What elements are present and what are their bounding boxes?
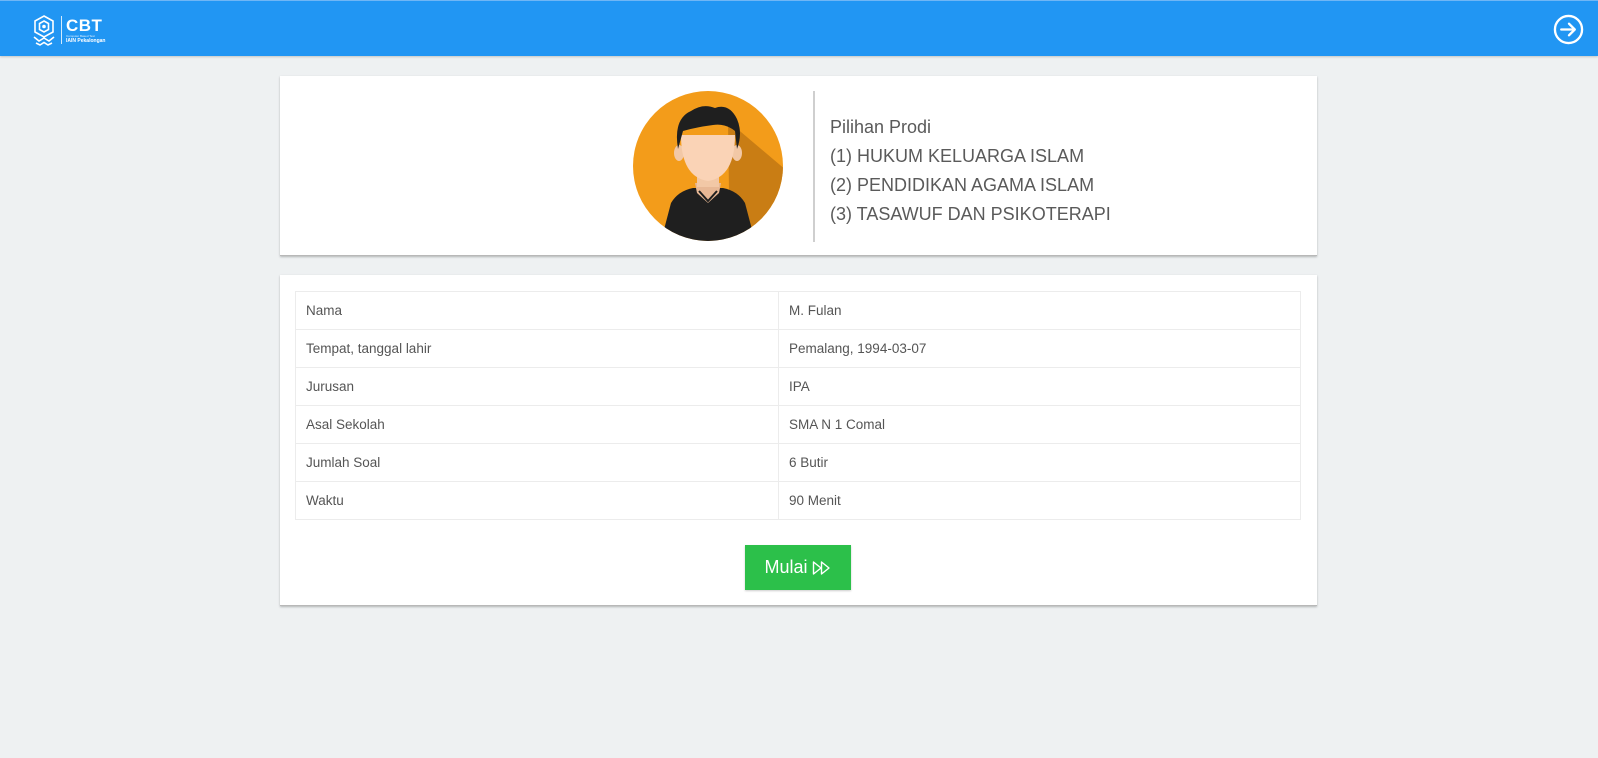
prodi-section: Pilihan Prodi (1) HUKUM KELUARGA ISLAM (… — [830, 113, 1111, 229]
logo-emblem-icon — [33, 15, 55, 46]
table-row-asal-sekolah: Asal Sekolah SMA N 1 Comal — [295, 405, 1301, 444]
table-row-waktu: Waktu 90 Menit — [295, 481, 1301, 520]
row-label: Waktu — [295, 481, 779, 520]
start-button-label: Mulai — [764, 557, 808, 577]
profile-divider — [813, 91, 815, 242]
row-label: Jurusan — [295, 367, 779, 406]
row-value: 90 Menit — [778, 481, 1301, 520]
table-row-jurusan: Jurusan IPA — [295, 367, 1301, 406]
prodi-title: Pilihan Prodi — [830, 117, 932, 137]
fast-forward-icon — [812, 560, 830, 575]
prodi-item-3: (3) TASAWUF DAN PSIKOTERAPI — [830, 204, 1111, 224]
table-row-nama: Nama M. Fulan — [295, 291, 1301, 330]
profile-card: Pilihan Prodi (1) HUKUM KELUARGA ISLAM (… — [280, 76, 1317, 256]
logo-title: CBT — [66, 15, 103, 35]
user-avatar-icon — [633, 91, 783, 241]
exam-info-table: Nama M. Fulan Tempat, tanggal lahir Pema… — [295, 291, 1301, 520]
row-value: Pemalang, 1994-03-07 — [778, 329, 1301, 368]
row-value: SMA N 1 Comal — [778, 405, 1301, 444]
table-row-ttl: Tempat, tanggal lahir Pemalang, 1994-03-… — [295, 329, 1301, 368]
row-label: Tempat, tanggal lahir — [295, 329, 779, 368]
logo-subtitle: IAIN Pekalongan — [66, 37, 106, 44]
cbt-logo[interactable]: CBT Computer Based Test IAIN Pekalongan — [32, 13, 105, 47]
row-label: Asal Sekolah — [295, 405, 779, 444]
row-value: IPA — [778, 367, 1301, 406]
row-label: Jumlah Soal — [295, 443, 779, 482]
row-value: M. Fulan — [778, 291, 1301, 330]
table-row-jumlah-soal: Jumlah Soal 6 Butir — [295, 443, 1301, 482]
row-label: Nama — [295, 291, 779, 330]
prodi-item-1: (1) HUKUM KELUARGA ISLAM — [830, 146, 1085, 166]
top-navbar: CBT Computer Based Test IAIN Pekalongan — [0, 0, 1598, 56]
logo-text: CBT Computer Based Test IAIN Pekalongan — [66, 17, 105, 44]
logo-tagline: Computer Based Test — [66, 33, 95, 38]
exam-info-card: Nama M. Fulan Tempat, tanggal lahir Pema… — [280, 275, 1317, 606]
logout-arrow-right-circle-icon[interactable] — [1553, 14, 1584, 45]
logo-divider — [61, 16, 62, 44]
row-value: 6 Butir — [778, 443, 1301, 482]
start-exam-button[interactable]: Mulai — [745, 545, 851, 590]
prodi-item-2: (2) PENDIDIKAN AGAMA ISLAM — [830, 175, 1095, 195]
